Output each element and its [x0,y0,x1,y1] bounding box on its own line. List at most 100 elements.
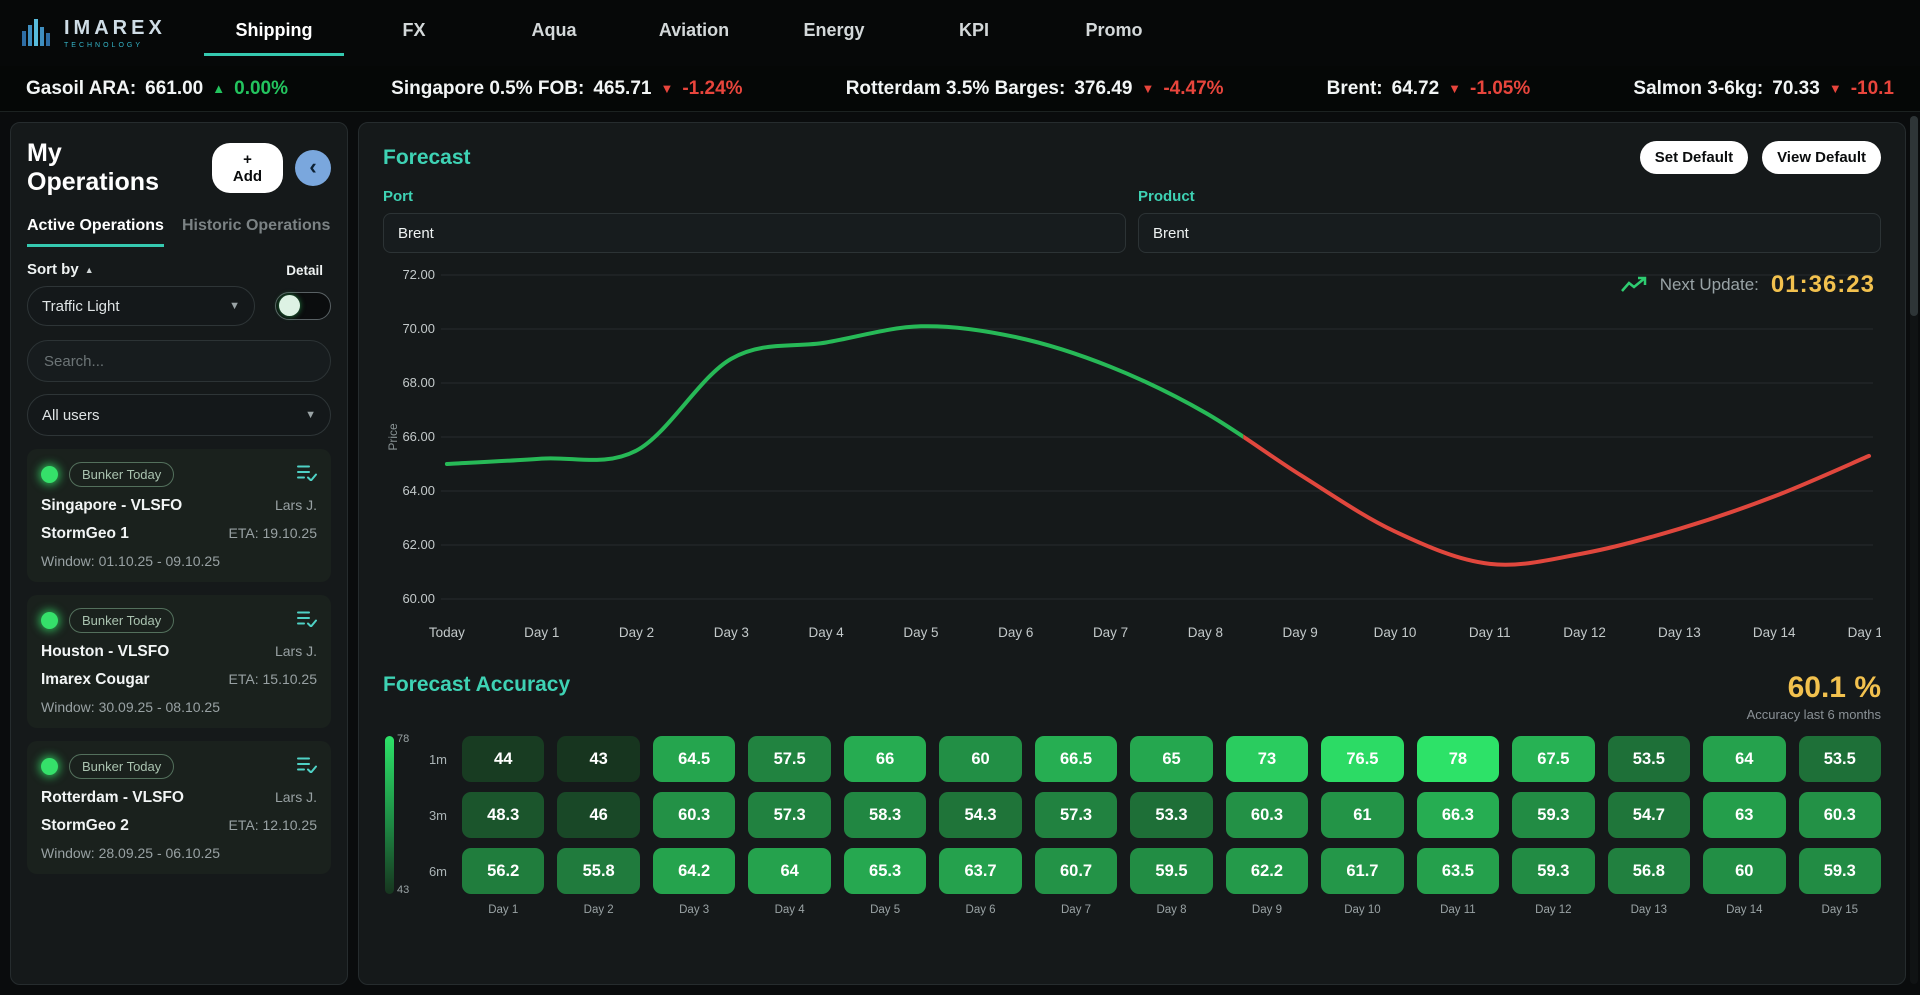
port-label: Port [383,188,1126,205]
ticker-item: Rotterdam 3.5% Barges: 376.49 ▼ -4.47% [846,78,1224,100]
heatmap-cell: 63.5 [1417,848,1499,894]
user-filter-value: All users [42,407,100,424]
heatmap-cell: 48.3 [462,792,544,838]
set-default-button[interactable]: Set Default [1640,141,1748,174]
search-input[interactable] [27,340,331,382]
heatmap-cell: 60.7 [1035,848,1117,894]
page-scrollbar[interactable] [1910,116,1918,984]
scale-max-label: 78 [397,733,409,745]
heatmap-col-label: Day 9 [1226,904,1308,916]
next-update: Next Update: 01:36:23 [1620,271,1875,299]
svg-text:Day 12: Day 12 [1563,625,1606,640]
ticker-label: Gasoil ARA: [26,78,136,100]
heatmap-col-label: Day 10 [1321,904,1403,916]
ticker-label: Brent: [1327,78,1383,100]
operation-details-button[interactable] [297,756,317,778]
heatmap-cell: 43 [557,736,639,782]
svg-text:Day 6: Day 6 [998,625,1033,640]
heatmap-grid: 1m 444364.557.5666066.5657376.57867.553.… [417,736,1881,926]
heatmap-row-label: 6m [417,864,449,879]
view-default-button[interactable]: View Default [1762,141,1881,174]
svg-text:Day 13: Day 13 [1658,625,1701,640]
port-select[interactable]: Brent [383,213,1126,253]
operation-badge: Bunker Today [69,462,174,487]
ticker-item: Singapore 0.5% FOB: 465.71 ▼ -1.24% [391,78,742,100]
operation-eta: ETA: 19.10.25 [229,525,317,541]
ticker-change: -1.05% [1470,78,1530,100]
heatmap-col-label: Day 14 [1703,904,1785,916]
operation-badge: Bunker Today [69,754,174,779]
nav-tab-shipping[interactable]: Shipping [204,10,344,56]
svg-text:Day 3: Day 3 [714,625,749,640]
heatmap-cell: 67.5 [1512,736,1594,782]
ticker-change: -1.24% [682,78,742,100]
ticker-value: 64.72 [1392,78,1440,100]
operations-tab[interactable]: Historic Operations [182,217,330,247]
heatmap-col-label: Day 5 [844,904,926,916]
traffic-light-icon [41,466,58,483]
operation-card[interactable]: Bunker Today Rotterdam - VLSFO Lars J. S… [27,741,331,874]
operations-tab[interactable]: Active Operations [27,217,164,247]
operation-details-button[interactable] [297,464,317,486]
heatmap-cell: 54.3 [939,792,1021,838]
nav-tab-energy[interactable]: Energy [764,10,904,56]
forecast-chart-area: Next Update: 01:36:23 60.0062.0064.0066.… [383,259,1881,663]
operation-eta: ETA: 12.10.25 [229,817,317,833]
operation-window: Window: 28.09.25 - 06.10.25 [41,845,317,861]
svg-text:Day 14: Day 14 [1753,625,1796,640]
heatmap-cell: 59.3 [1512,848,1594,894]
heatmap-col-label: Day 2 [557,904,639,916]
user-filter-select[interactable]: All users ▼ [27,394,331,436]
brand-name: IMAREX [64,17,166,40]
accuracy-title: Forecast Accuracy [383,673,570,697]
sort-direction-icon[interactable]: ▲ [85,265,94,275]
add-operation-button[interactable]: + Add [212,143,283,193]
heatmap-col-label: Day 11 [1417,904,1499,916]
heatmap-cell: 53.3 [1130,792,1212,838]
list-edit-icon [297,756,317,773]
svg-text:Day 8: Day 8 [1188,625,1223,640]
heatmap-cell: 59.5 [1130,848,1212,894]
ticker-item: Brent: 64.72 ▼ -1.05% [1327,78,1531,100]
heatmap-cell: 60.3 [1799,792,1881,838]
heatmap-col-label: Day 3 [653,904,735,916]
svg-text:Day 4: Day 4 [809,625,845,640]
scrollbar-thumb[interactable] [1910,116,1918,316]
heatmap-row-label: 3m [417,808,449,823]
nav-tab-aviation[interactable]: Aviation [624,10,764,56]
content-area: My Operations + Add ‹ Active OperationsH… [0,112,1920,995]
product-select[interactable]: Brent [1138,213,1881,253]
operation-eta: ETA: 15.10.25 [229,671,317,687]
heatmap-col-label: Day 8 [1130,904,1212,916]
arrow-down-icon: ▼ [1448,81,1461,96]
brand-logo: IMAREX TECHNOLOGY [20,16,170,50]
detail-toggle[interactable] [275,292,331,320]
heatmap-cell: 57.3 [1035,792,1117,838]
svg-text:60.00: 60.00 [402,591,434,606]
sort-mode-select[interactable]: Traffic Light ▼ [27,286,255,326]
heatmap-cell: 64 [748,848,830,894]
ticker-value: 70.33 [1772,78,1820,100]
nav-tab-aqua[interactable]: Aqua [484,10,624,56]
ticker-change: -4.47% [1163,78,1223,100]
operation-owner: Lars J. [275,789,317,805]
operation-route: Rotterdam - VLSFO [41,789,184,807]
svg-text:Today: Today [429,625,465,640]
heatmap-col-label: Day 15 [1799,904,1881,916]
operation-card[interactable]: Bunker Today Singapore - VLSFO Lars J. S… [27,449,331,582]
heatmap-cell: 62.2 [1226,848,1308,894]
heatmap-cell: 60 [1703,848,1785,894]
heatmap-cell: 65.3 [844,848,926,894]
operation-details-button[interactable] [297,610,317,632]
heatmap-cell: 73 [1226,736,1308,782]
nav-tab-kpi[interactable]: KPI [904,10,1044,56]
svg-text:Day 7: Day 7 [1093,625,1128,640]
scale-min-label: 43 [397,884,409,896]
operation-vessel: StormGeo 1 [41,525,129,543]
heatmap-cell: 60 [939,736,1021,782]
nav-tab-promo[interactable]: Promo [1044,10,1184,56]
chevron-down-icon: ▼ [229,300,240,312]
nav-tab-fx[interactable]: FX [344,10,484,56]
collapse-sidebar-button[interactable]: ‹ [295,150,331,186]
operation-card[interactable]: Bunker Today Houston - VLSFO Lars J. Ima… [27,595,331,728]
